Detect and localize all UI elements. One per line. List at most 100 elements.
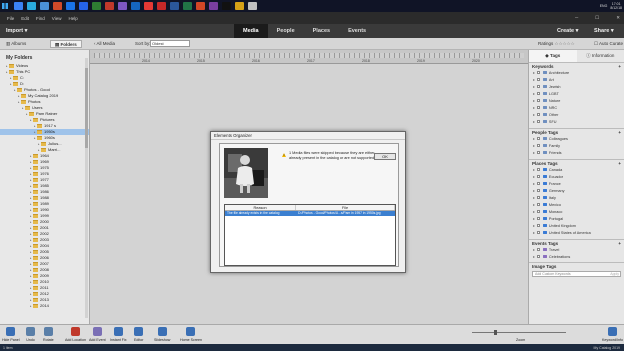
tag-checkbox[interactable] bbox=[536, 182, 540, 185]
tag-checkbox[interactable] bbox=[536, 92, 540, 95]
tag-item[interactable]: ▸ LGBT bbox=[529, 90, 624, 97]
tag-checkbox[interactable] bbox=[536, 217, 540, 220]
expand-arrow-icon[interactable]: ▸ bbox=[533, 202, 535, 207]
expand-arrow-icon[interactable]: ▸ bbox=[533, 209, 535, 214]
tag-checkbox[interactable] bbox=[536, 85, 540, 88]
windows-start-icon[interactable] bbox=[0, 0, 10, 12]
tag-item[interactable]: ▸ Mexico bbox=[529, 201, 624, 208]
expand-arrow-icon[interactable]: ▸ bbox=[533, 98, 535, 103]
tag-checkbox[interactable] bbox=[536, 71, 540, 74]
ratings-filter[interactable]: Ratings ☆☆☆☆☆ bbox=[538, 41, 575, 47]
all-media-back-button[interactable]: ‹ All Media bbox=[94, 41, 115, 46]
tag-checkbox[interactable] bbox=[536, 224, 540, 227]
menu-view[interactable]: View bbox=[52, 16, 62, 21]
taskbar-app-icon[interactable] bbox=[40, 2, 49, 10]
import-button[interactable]: Import ▾ bbox=[6, 28, 27, 34]
tag-checkbox[interactable] bbox=[536, 231, 540, 234]
tag-item[interactable]: ▸ SFU bbox=[529, 118, 624, 125]
people-tags-section-header[interactable]: People Tags + bbox=[529, 128, 624, 135]
tag-checkbox[interactable] bbox=[536, 248, 540, 251]
expand-arrow-icon[interactable]: ▸ bbox=[533, 70, 535, 75]
expand-arrow-icon[interactable]: ▸ bbox=[533, 119, 535, 124]
expand-arrow-icon[interactable]: ▸ bbox=[533, 167, 535, 172]
toolbar-button-keyword-info[interactable]: Keyword/Info bbox=[602, 327, 623, 342]
auto-curate-checkbox[interactable]: ☐ Auto Curate bbox=[594, 41, 623, 47]
add-icon[interactable]: + bbox=[618, 130, 621, 135]
tag-checkbox[interactable] bbox=[536, 78, 540, 81]
expand-arrow-icon[interactable]: ▸ bbox=[533, 254, 535, 259]
taskbar-app-icon[interactable] bbox=[235, 2, 244, 10]
taskbar-app-icon[interactable] bbox=[92, 2, 101, 10]
tag-item[interactable]: ▸ Canada bbox=[529, 166, 624, 173]
expand-arrow-icon[interactable]: ▸ bbox=[533, 105, 535, 110]
toolbar-button-add-event[interactable]: Add Event bbox=[89, 327, 106, 342]
tag-checkbox[interactable] bbox=[536, 137, 540, 140]
taskbar-app-icon[interactable] bbox=[183, 2, 192, 10]
taskbar-app-icon[interactable] bbox=[222, 2, 231, 10]
tag-checkbox[interactable] bbox=[536, 113, 540, 116]
tab-information[interactable]: ⓘ Information bbox=[577, 50, 624, 62]
taskbar-app-icon[interactable] bbox=[14, 2, 23, 10]
toolbar-button-add-location[interactable]: Add Location bbox=[65, 327, 86, 342]
tag-item[interactable]: ▸ Jewish bbox=[529, 83, 624, 90]
taskbar-app-icon[interactable] bbox=[248, 2, 257, 10]
tag-checkbox[interactable] bbox=[536, 196, 540, 199]
taskbar-app-icon[interactable] bbox=[170, 2, 179, 10]
tag-checkbox[interactable] bbox=[536, 151, 540, 154]
minimize-icon[interactable]: ─ bbox=[575, 15, 578, 21]
tab-people[interactable]: People bbox=[268, 24, 304, 38]
tag-item[interactable]: ▸ Germany bbox=[529, 187, 624, 194]
expand-arrow-icon[interactable]: ▸ bbox=[533, 230, 535, 235]
add-icon[interactable]: + bbox=[618, 161, 621, 166]
add-icon[interactable]: + bbox=[618, 241, 621, 246]
tag-item[interactable]: ▸ Nature bbox=[529, 97, 624, 104]
toolbar-button-hide-panel[interactable]: Hide Panel bbox=[2, 327, 20, 342]
tag-item[interactable]: ▸ United States of America bbox=[529, 229, 624, 236]
tag-item[interactable]: ▸ Other bbox=[529, 111, 624, 118]
tab-places[interactable]: Places bbox=[304, 24, 339, 38]
tag-item[interactable]: ▸ Celebrations bbox=[529, 253, 624, 260]
tag-item[interactable]: ▸ Portugal bbox=[529, 215, 624, 222]
tag-item[interactable]: ▸ Italy bbox=[529, 194, 624, 201]
timeline-track[interactable] bbox=[94, 53, 524, 58]
keywords-section-header[interactable]: Keywords + bbox=[529, 62, 624, 69]
timeline[interactable]: 2014 2015 2016 2017 2018 2019 2020 bbox=[90, 50, 528, 64]
maximize-icon[interactable]: ☐ bbox=[595, 15, 599, 21]
toolbar-button-instant-fix[interactable]: Instant Fix bbox=[110, 327, 127, 342]
albums-button[interactable]: ▥ Albums bbox=[6, 41, 26, 47]
expand-arrow-icon[interactable]: ▸ bbox=[533, 91, 535, 96]
tab-events[interactable]: Events bbox=[339, 24, 375, 38]
add-icon[interactable]: + bbox=[618, 64, 621, 69]
tray-clock[interactable]: 17:01 8/12/18 bbox=[610, 2, 622, 10]
expand-arrow-icon[interactable]: ▸ bbox=[533, 195, 535, 200]
tag-checkbox[interactable] bbox=[536, 189, 540, 192]
tab-tags[interactable]: ◆ Tags bbox=[529, 50, 577, 62]
column-reason[interactable]: Reason bbox=[225, 205, 297, 210]
tag-checkbox[interactable] bbox=[536, 99, 540, 102]
tag-item[interactable]: ▸ Travel bbox=[529, 246, 624, 253]
toolbar-button-home-screen[interactable]: Home Screen bbox=[180, 327, 202, 342]
places-tags-section-header[interactable]: Places Tags + bbox=[529, 159, 624, 166]
menu-find[interactable]: Find bbox=[36, 16, 45, 21]
taskbar-app-icon[interactable] bbox=[66, 2, 75, 10]
tag-item[interactable]: ▸ Friends bbox=[529, 149, 624, 156]
taskbar-app-icon[interactable] bbox=[105, 2, 114, 10]
create-button[interactable]: Create ▾ bbox=[557, 28, 578, 34]
taskbar-app-icon[interactable] bbox=[196, 2, 205, 10]
taskbar-app-icon[interactable] bbox=[53, 2, 62, 10]
events-tags-section-header[interactable]: Events Tags + bbox=[529, 239, 624, 246]
tag-item[interactable]: ▸ Ecuador bbox=[529, 173, 624, 180]
expand-arrow-icon[interactable]: ▸ bbox=[533, 223, 535, 228]
expand-arrow-icon[interactable]: ▸ bbox=[533, 77, 535, 82]
taskbar-app-icon[interactable] bbox=[118, 2, 127, 10]
expand-arrow-icon[interactable]: ▸ bbox=[533, 136, 535, 141]
tag-item[interactable]: ▸ United Kingdom bbox=[529, 222, 624, 229]
folder-panel-scrollbar[interactable] bbox=[85, 58, 88, 318]
add-custom-keyword-input[interactable]: Add Custom Keywords Apply bbox=[532, 271, 621, 277]
taskbar-app-icon[interactable] bbox=[157, 2, 166, 10]
tag-item[interactable]: ▸ Colleagues bbox=[529, 135, 624, 142]
expand-arrow-icon[interactable]: ▸ bbox=[533, 143, 535, 148]
expand-arrow-icon[interactable]: ▸ bbox=[533, 216, 535, 221]
taskbar-app-icon[interactable] bbox=[27, 2, 36, 10]
table-row[interactable]: The file already exists in the catalog D… bbox=[225, 211, 395, 216]
